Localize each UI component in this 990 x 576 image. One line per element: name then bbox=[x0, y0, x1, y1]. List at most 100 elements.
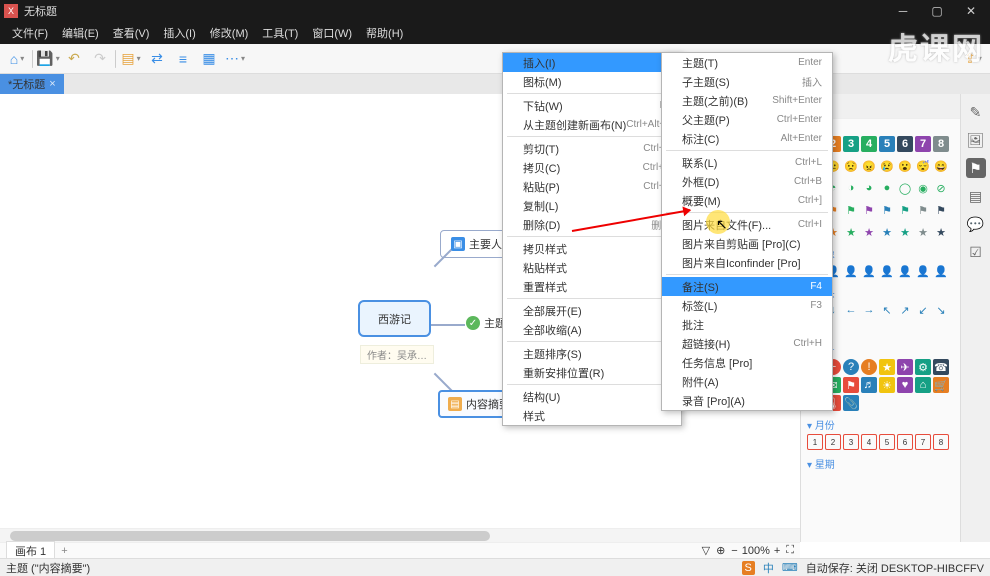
marker-icon[interactable]: ⚑ bbox=[966, 158, 986, 178]
flag-icon[interactable]: ⚑ bbox=[843, 202, 859, 218]
month-icon[interactable]: 8 bbox=[933, 434, 949, 450]
menu-view[interactable]: 查看(V) bbox=[107, 23, 156, 43]
priority-5-icon[interactable]: 5 bbox=[879, 136, 895, 152]
face-icon[interactable]: 😟 bbox=[843, 158, 859, 174]
menu-item[interactable]: 下钻(W)F6 bbox=[503, 96, 681, 115]
fit-button[interactable]: ⛶ bbox=[786, 544, 794, 557]
priority-3-icon[interactable]: 3 bbox=[843, 136, 859, 152]
sym-icon[interactable]: ⚑ bbox=[843, 377, 859, 393]
star-icon[interactable]: ★ bbox=[897, 224, 913, 240]
menu-item[interactable]: 图片来自Iconfinder [Pro] bbox=[662, 253, 832, 272]
star-icon[interactable]: ★ bbox=[933, 224, 949, 240]
sym-icon[interactable]: ♥ bbox=[897, 377, 913, 393]
menu-item[interactable]: 粘贴样式 bbox=[503, 258, 681, 277]
sym-icon[interactable]: ? bbox=[843, 359, 859, 375]
priority-8-icon[interactable]: 8 bbox=[933, 136, 949, 152]
pie-icon[interactable]: ◉ bbox=[915, 180, 931, 196]
ime-icon[interactable]: 中 bbox=[763, 560, 774, 576]
face-icon[interactable]: 😄 bbox=[933, 158, 949, 174]
add-canvas-button[interactable]: + bbox=[55, 545, 73, 557]
menu-item[interactable]: 标签(L)F3 bbox=[662, 296, 832, 315]
undo-button[interactable]: ↶ bbox=[63, 48, 85, 70]
face-icon[interactable]: 😴 bbox=[915, 158, 931, 174]
priority-7-icon[interactable]: 7 bbox=[915, 136, 931, 152]
filter-icon[interactable]: ▽ bbox=[702, 544, 710, 557]
menu-item[interactable]: 粘贴(P)Ctrl+V bbox=[503, 177, 681, 196]
flag-icon[interactable]: ⚑ bbox=[879, 202, 895, 218]
menu-item[interactable]: 标注(C)Alt+Enter bbox=[662, 129, 832, 148]
ime-icon[interactable]: ⌨ bbox=[782, 561, 798, 574]
person-icon[interactable]: 👤 bbox=[915, 263, 931, 279]
image-icon[interactable]: 🖼 bbox=[966, 130, 986, 150]
note-icon[interactable]: ▤ bbox=[966, 186, 986, 206]
star-icon[interactable]: ★ bbox=[879, 224, 895, 240]
menu-item[interactable]: 子主题(S)插入 bbox=[662, 72, 832, 91]
menu-item[interactable]: 拷贝样式 bbox=[503, 239, 681, 258]
sym-icon[interactable]: 🛒 bbox=[933, 377, 949, 393]
sym-icon[interactable]: ★ bbox=[879, 359, 895, 375]
arrow-icon[interactable]: ↘ bbox=[933, 302, 949, 318]
month-icon[interactable]: 3 bbox=[843, 434, 859, 450]
menu-window[interactable]: 窗口(W) bbox=[306, 23, 358, 43]
menu-item[interactable]: 剪切(T)Ctrl+X bbox=[503, 139, 681, 158]
close-button[interactable]: ✕ bbox=[956, 0, 986, 22]
person-icon[interactable]: 👤 bbox=[861, 263, 877, 279]
arrow-icon[interactable]: → bbox=[861, 302, 877, 318]
priority-6-icon[interactable]: 6 bbox=[897, 136, 913, 152]
pie-icon[interactable]: ◑ bbox=[843, 180, 859, 196]
menu-modify[interactable]: 修改(M) bbox=[204, 23, 255, 43]
menu-item[interactable]: 父主题(P)Ctrl+Enter bbox=[662, 110, 832, 129]
submenu-insert[interactable]: 主题(T)Enter子主题(S)插入主题(之前)(B)Shift+Enter父主… bbox=[661, 52, 833, 411]
comment-icon[interactable]: 💬 bbox=[966, 214, 986, 234]
sym-icon[interactable]: ✈ bbox=[897, 359, 913, 375]
close-tab-icon[interactable]: × bbox=[49, 78, 55, 90]
root-node[interactable]: 西游记 bbox=[358, 300, 431, 337]
menu-item[interactable]: 批注 bbox=[662, 315, 832, 334]
flag-icon[interactable]: ⚑ bbox=[933, 202, 949, 218]
menu-item[interactable]: 删除(D)删除 bbox=[503, 215, 681, 234]
redo-button[interactable]: ↷ bbox=[89, 48, 111, 70]
boundary-button[interactable]: ≡ bbox=[172, 48, 194, 70]
link-button[interactable]: ⇄ bbox=[146, 48, 168, 70]
menu-edit[interactable]: 编辑(E) bbox=[56, 23, 105, 43]
sym-icon[interactable]: ☀ bbox=[879, 377, 895, 393]
menu-item[interactable]: 图片来自文件(F)...Ctrl+I bbox=[662, 215, 832, 234]
context-menu[interactable]: 插入(I)▶图标(M)▶下钻(W)F6从主题创建新画布(N)Ctrl+Alt+T… bbox=[502, 52, 682, 426]
document-tab[interactable]: *无标题 × bbox=[0, 74, 64, 94]
menu-file[interactable]: 文件(F) bbox=[6, 23, 54, 43]
face-icon[interactable]: 😢 bbox=[879, 158, 895, 174]
ime-icon[interactable]: S bbox=[742, 561, 755, 575]
pie-icon[interactable]: ◯ bbox=[897, 180, 913, 196]
sym-icon[interactable]: ⌂ bbox=[915, 377, 931, 393]
menu-item[interactable]: 结构(U)▶ bbox=[503, 387, 681, 406]
more-button[interactable]: ⋯ bbox=[224, 48, 246, 70]
menu-item[interactable]: 主题(T)Enter bbox=[662, 53, 832, 72]
menu-item[interactable]: 插入(I)▶ bbox=[503, 53, 681, 72]
flag-icon[interactable]: ⚑ bbox=[861, 202, 877, 218]
month-icon[interactable]: 6 bbox=[897, 434, 913, 450]
star-icon[interactable]: ★ bbox=[843, 224, 859, 240]
menu-item[interactable]: 附件(A) bbox=[662, 372, 832, 391]
menu-item[interactable]: 超链接(H)Ctrl+H bbox=[662, 334, 832, 353]
menu-help[interactable]: 帮助(H) bbox=[360, 23, 409, 43]
month-icon[interactable]: 4 bbox=[861, 434, 877, 450]
home-button[interactable]: ⌂ bbox=[6, 48, 28, 70]
horizontal-scrollbar[interactable] bbox=[0, 528, 800, 542]
arrow-icon[interactable]: ↖ bbox=[879, 302, 895, 318]
menu-item[interactable]: 复制(L) bbox=[503, 196, 681, 215]
person-icon[interactable]: 👤 bbox=[879, 263, 895, 279]
save-button[interactable]: 💾 bbox=[37, 48, 59, 70]
minimize-button[interactable]: ─ bbox=[888, 0, 918, 22]
person-icon[interactable]: 👤 bbox=[933, 263, 949, 279]
menu-item[interactable]: 重置样式 bbox=[503, 277, 681, 296]
menu-tools[interactable]: 工具(T) bbox=[256, 23, 304, 43]
face-icon[interactable]: 😠 bbox=[861, 158, 877, 174]
scroll-thumb[interactable] bbox=[10, 531, 490, 541]
menu-item[interactable]: 录音 [Pro](A) bbox=[662, 391, 832, 410]
star-icon[interactable]: ★ bbox=[915, 224, 931, 240]
menu-item[interactable]: 从主题创建新画布(N)Ctrl+Alt+T bbox=[503, 115, 681, 134]
format-icon[interactable]: ✎ bbox=[966, 102, 986, 122]
month-icon[interactable]: 1 bbox=[807, 434, 823, 450]
menu-item[interactable]: 任务信息 [Pro] bbox=[662, 353, 832, 372]
flag-icon[interactable]: ⚑ bbox=[897, 202, 913, 218]
